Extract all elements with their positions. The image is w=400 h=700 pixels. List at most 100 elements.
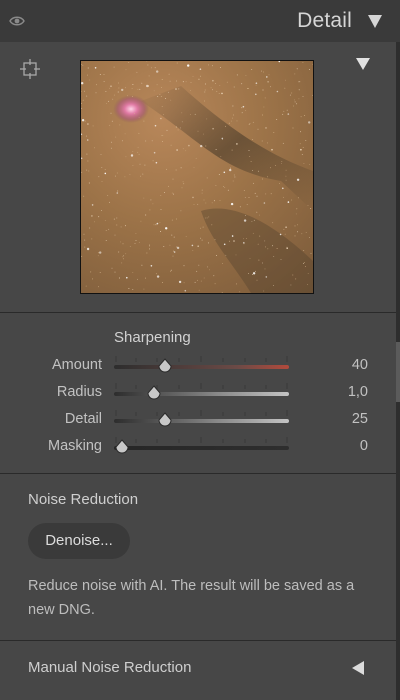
star [193,203,195,205]
radius-value[interactable]: 1,0 [348,384,368,400]
star [180,167,182,169]
star [111,141,113,143]
star [280,162,282,164]
star [83,90,85,92]
star [296,68,298,70]
panel-scrollbar-thumb[interactable] [396,342,400,402]
star [125,69,127,71]
masking-value[interactable]: 0 [360,438,368,454]
star [86,169,88,171]
star [121,140,123,142]
star [89,79,91,81]
star [84,239,86,241]
star [143,197,145,199]
crosshair-target-icon[interactable] [19,58,41,80]
star [216,255,218,257]
star [239,206,241,208]
star [173,251,176,253]
star [234,176,236,178]
triangle-down-icon[interactable] [356,58,370,70]
star [134,242,136,244]
star [107,194,109,196]
star [286,246,288,248]
star [153,90,155,92]
star [204,91,206,93]
star [252,182,254,184]
masking-slider-thumb[interactable] [115,439,129,455]
star [147,85,149,87]
star [282,142,284,144]
masking-slider-row: Masking 0 [0,435,400,457]
star [155,273,157,275]
star [294,73,296,75]
star [297,231,299,233]
star [176,80,178,82]
star [145,214,147,216]
star [116,224,118,226]
triangle-down-icon[interactable] [368,15,382,28]
panel-header[interactable]: Detail [0,0,400,43]
star [282,113,284,115]
star [267,176,268,178]
star [155,224,157,226]
star [198,78,199,80]
detail-slider-thumb[interactable] [158,412,172,428]
masking-slider-track[interactable] [114,446,289,450]
radius-slider-track[interactable] [114,392,289,396]
star [184,289,187,292]
star [285,226,287,228]
amount-slider-thumb[interactable] [158,358,172,374]
star [136,71,138,73]
star [293,105,294,107]
star [118,87,120,89]
sharpening-section: Sharpening Amount 40 Radius 1,0 Detail 2… [0,313,400,474]
star [149,209,151,211]
star [116,192,119,194]
star [290,284,292,286]
star [114,175,116,177]
star [262,89,264,91]
star [204,100,205,102]
star [108,100,110,102]
star [207,242,209,244]
denoise-button[interactable]: Denoise... [28,523,130,559]
manual-noise-reduction-row[interactable]: Manual Noise Reduction [0,641,400,700]
star [231,149,233,151]
star [248,88,250,89]
star [249,257,251,259]
detail-preview-image[interactable] [80,60,314,294]
star [81,171,83,173]
star [310,252,312,254]
star [267,81,269,83]
star [132,96,133,97]
sharpening-heading: Sharpening [114,329,191,346]
star [247,88,249,89]
detail-slider-track[interactable] [114,419,289,423]
eye-icon[interactable] [9,14,25,28]
star [148,244,150,246]
star [221,291,223,293]
star [100,154,102,156]
star [300,116,302,118]
star [207,266,209,268]
star [111,120,113,122]
star [225,125,226,127]
triangle-left-icon[interactable] [352,661,364,675]
star [124,133,126,135]
star [84,120,86,122]
amount-value[interactable]: 40 [352,357,368,373]
star [294,235,296,237]
amount-slider-track[interactable] [114,365,289,369]
star [204,89,206,91]
star [181,112,183,114]
star [263,290,265,292]
star [222,262,223,264]
detail-value[interactable]: 25 [352,411,368,427]
radius-slider-thumb[interactable] [147,385,161,401]
star [124,225,126,227]
star [283,110,285,112]
star [169,80,171,82]
star [272,245,274,247]
star [191,244,194,247]
star [229,168,232,172]
